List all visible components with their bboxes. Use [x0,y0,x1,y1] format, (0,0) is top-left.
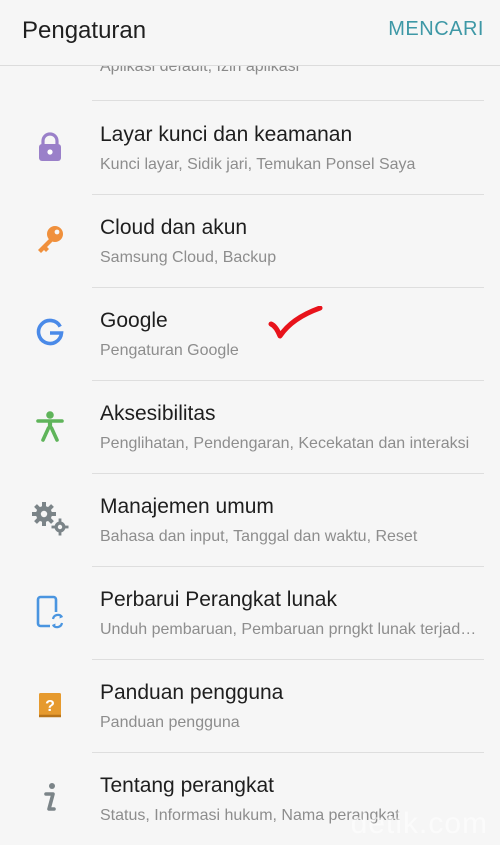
settings-item-subtitle: Penglihatan, Pendengaran, Kecekatan dan … [100,435,470,452]
settings-item-label: Panduan pengguna [100,681,284,704]
settings-screen: Pengaturan MENCARI Aplikasi default, Izi… [0,0,500,845]
settings-item-subtitle: Bahasa dan input, Tanggal dan waktu, Res… [100,528,418,545]
settings-item-label: Layar kunci dan keamanan [100,123,353,146]
settings-item-label: Google [100,309,168,332]
settings-item-user-manual[interactable]: ? Panduan pengguna Panduan pengguna [0,659,500,752]
key-icon [26,220,74,260]
settings-item-accessibility[interactable]: Aksesibilitas Penglihatan, Pendengaran, … [0,380,500,473]
page-title: Pengaturan [22,17,147,44]
settings-item-label: Aksesibilitas [100,402,216,425]
settings-item-lock-screen-security[interactable]: Layar kunci dan keamanan Kunci layar, Si… [0,101,500,194]
settings-item-label: Manajemen umum [100,495,274,518]
settings-item-label: Perbarui Perangkat lunak [100,588,337,611]
info-icon [26,778,74,818]
settings-item-subtitle: Panduan pengguna [100,714,240,731]
google-icon [26,313,74,353]
settings-item-cloud-accounts[interactable]: Cloud dan akun Samsung Cloud, Backup [0,194,500,287]
search-button[interactable]: MENCARI [388,18,484,41]
watermark: detik.com [350,807,488,840]
lock-icon [26,127,74,167]
settings-item-subtitle: Kunci layar, Sidik jari, Temukan Ponsel … [100,156,416,173]
settings-item-subtitle: Samsung Cloud, Backup [100,249,277,266]
settings-item-general-management[interactable]: Manajemen umum Bahasa dan input, Tanggal… [0,473,500,566]
accessibility-icon [26,406,74,446]
settings-item-label: Cloud dan akun [100,216,248,239]
user-manual-icon: ? [26,685,74,725]
svg-text:?: ? [45,698,55,715]
settings-item-software-update[interactable]: Perbarui Perangkat lunak Unduh pembaruan… [0,566,500,659]
app-bar: Pengaturan MENCARI [0,0,500,66]
settings-item-subtitle: Unduh pembaruan, Pembaruan prngkt lunak … [100,621,480,638]
settings-item-label: Tentang perangkat [100,774,274,797]
settings-item-google[interactable]: Google Pengaturan Google [0,287,500,380]
gears-icon [26,499,74,539]
software-update-icon [26,592,74,632]
red-checkmark-annotation-icon [268,306,323,339]
